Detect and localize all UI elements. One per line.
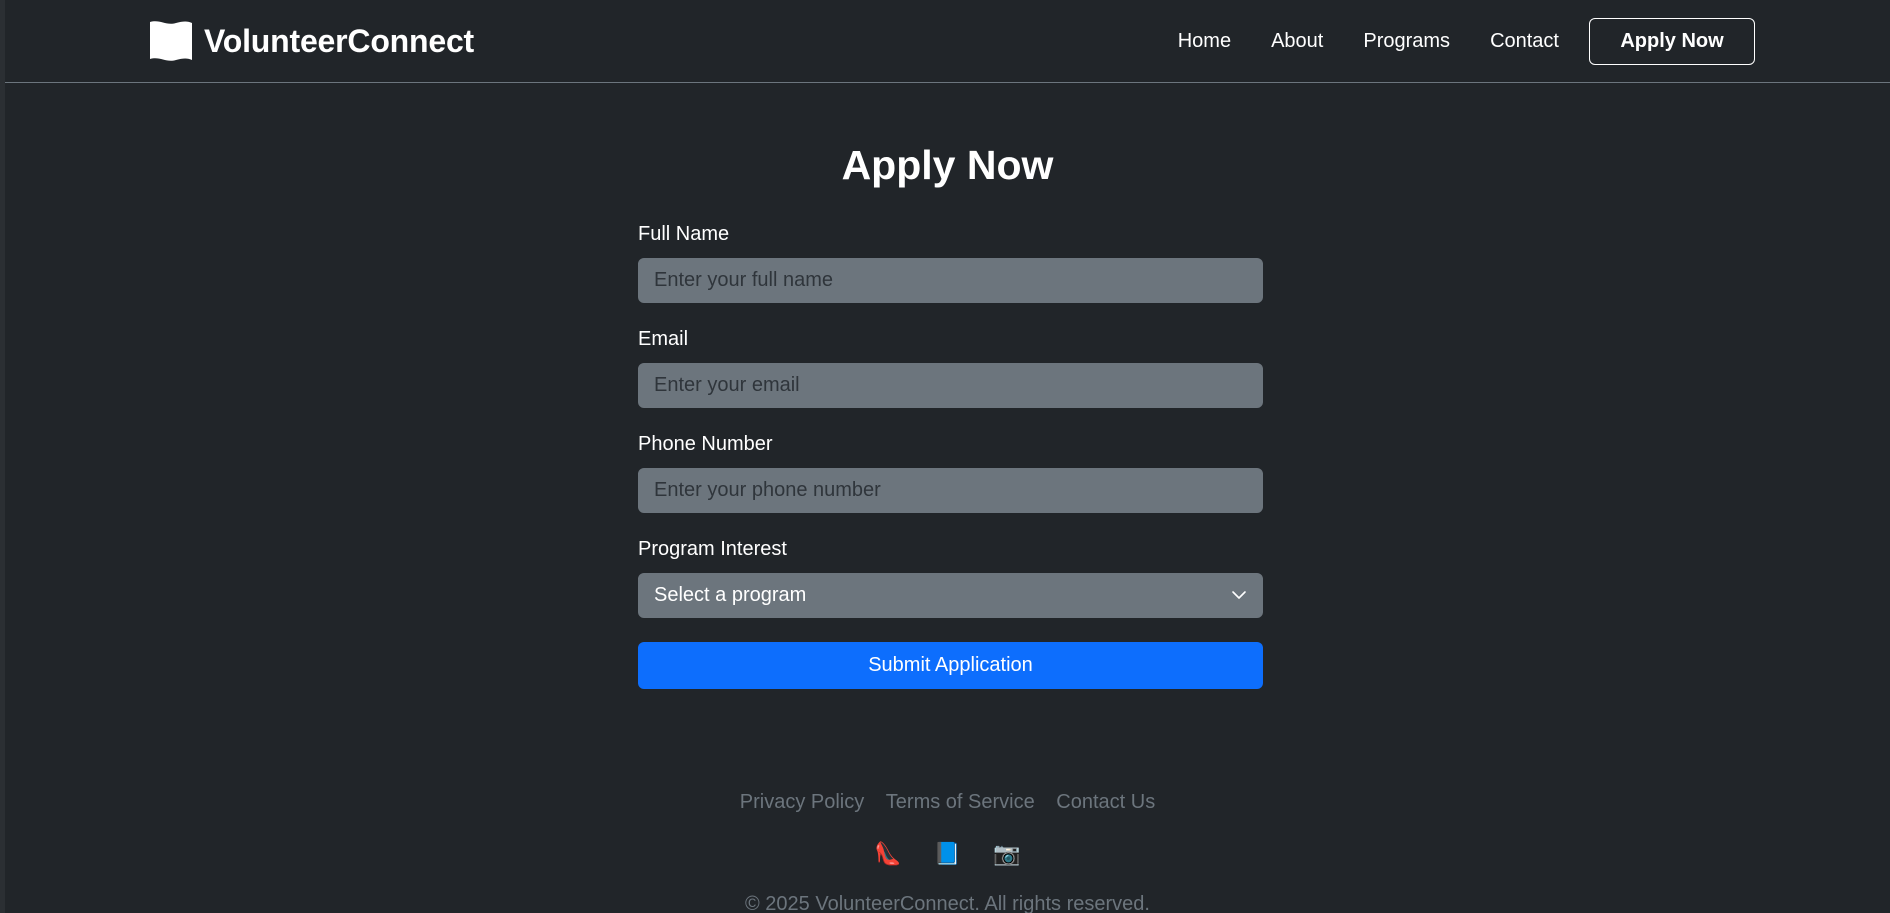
program-select-value: Select a program	[654, 584, 807, 606]
footer-links: Privacy Policy Terms of Service Contact …	[5, 791, 1890, 814]
nav-links: Home About Programs Contact Apply Now	[1178, 17, 1755, 65]
email-label: Email	[638, 328, 689, 350]
program-group: Program Interest Select a program	[638, 537, 1263, 618]
copyright-text: © 2025 VolunteerConnect. All rights rese…	[745, 893, 1150, 913]
nav-programs-link[interactable]: Programs	[1363, 30, 1450, 53]
brand-name: VolunteerConnect	[204, 22, 475, 59]
terms-of-service-link[interactable]: Terms of Service	[886, 791, 1035, 813]
program-select-wrapper: Select a program	[638, 573, 1263, 618]
book-icon[interactable]: 📘	[934, 840, 961, 868]
email-input[interactable]	[638, 363, 1263, 408]
nav-apply-button[interactable]: Apply Now	[1589, 17, 1755, 65]
phone-input[interactable]	[638, 468, 1263, 513]
phone-label: Phone Number	[638, 433, 773, 455]
navbar: VolunteerConnect Home About Programs Con…	[5, 0, 1890, 83]
high-heel-icon[interactable]: 👠	[874, 840, 901, 868]
page: VolunteerConnect Home About Programs Con…	[0, 0, 1890, 913]
nav-about-link[interactable]: About	[1271, 30, 1323, 53]
email-group: Email	[638, 327, 1263, 408]
program-select[interactable]: Select a program	[638, 573, 1263, 618]
program-label: Program Interest	[638, 538, 787, 560]
contact-us-link[interactable]: Contact Us	[1056, 791, 1155, 813]
full-name-group: Full Name	[638, 222, 1263, 303]
full-name-input[interactable]	[638, 258, 1263, 303]
phone-group: Phone Number	[638, 432, 1263, 513]
nav-home-link[interactable]: Home	[1178, 30, 1231, 53]
social-icons: 👠 📘 📷	[5, 840, 1890, 868]
privacy-policy-link[interactable]: Privacy Policy	[740, 791, 864, 813]
application-form: Full Name Email Phone Number Program Int…	[638, 222, 1263, 689]
camera-icon[interactable]: 📷	[993, 840, 1020, 868]
full-name-label: Full Name	[638, 223, 730, 245]
flag-icon	[150, 21, 192, 61]
nav-contact-link[interactable]: Contact	[1490, 30, 1559, 53]
submit-application-button[interactable]: Submit Application	[638, 642, 1263, 689]
brand-link[interactable]: VolunteerConnect	[150, 19, 474, 63]
page-title: Apply Now	[841, 142, 1054, 188]
chevron-down-icon	[1232, 591, 1246, 599]
